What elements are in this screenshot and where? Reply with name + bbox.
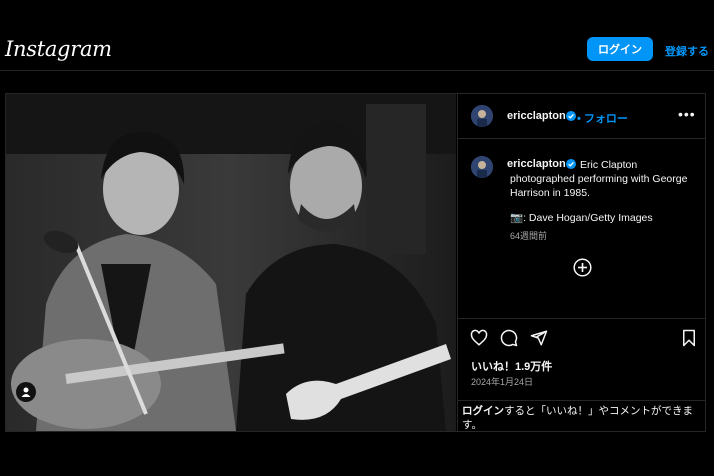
caption-avatar[interactable] (471, 156, 493, 178)
post-sidebar: ericclapton • フォロー ••• ericclapton Eric … (457, 94, 706, 431)
post-container: ericclapton • フォロー ••• ericclapton Eric … (5, 93, 706, 432)
time-ago[interactable]: 64週間前 (510, 229, 547, 242)
instagram-logo[interactable]: Instagram (5, 37, 112, 61)
add-comment-icon[interactable] (573, 258, 592, 277)
login-prompt-link[interactable]: ログイン (462, 405, 504, 417)
post-header: ericclapton • フォロー ••• (458, 94, 706, 139)
more-horizontal-icon[interactable]: ••• (678, 106, 696, 122)
like-count[interactable]: いいね！1.9万件 (471, 358, 552, 374)
caption-text: Eric Clapton photographed performing wit… (510, 158, 695, 200)
heart-icon[interactable] (470, 329, 488, 347)
caption-body: Eric Clapton photographed performing wit… (510, 159, 688, 199)
top-navigation-bar: Instagram ログイン 登録する (0, 0, 714, 71)
verified-badge-icon (566, 111, 576, 121)
avatar[interactable] (471, 105, 493, 127)
bookmark-icon[interactable] (680, 329, 698, 347)
actions-divider (458, 318, 706, 319)
login-button[interactable]: ログイン (587, 37, 653, 61)
user-tag-icon[interactable] (16, 382, 36, 402)
photo-credit: 📷: Dave Hogan/Getty Images (510, 212, 653, 224)
post-date[interactable]: 2024年1月24日 (471, 375, 533, 388)
post-photo[interactable] (6, 94, 456, 431)
photo-illustration (6, 94, 456, 431)
follow-button[interactable]: • フォロー (577, 110, 628, 126)
username[interactable]: ericclapton (507, 110, 566, 122)
signup-link[interactable]: 登録する (665, 43, 709, 59)
comment-icon[interactable] (500, 329, 518, 347)
login-prompt: ログインすると「いいね！」やコメントができます。 (458, 400, 706, 432)
share-icon[interactable] (530, 329, 548, 347)
